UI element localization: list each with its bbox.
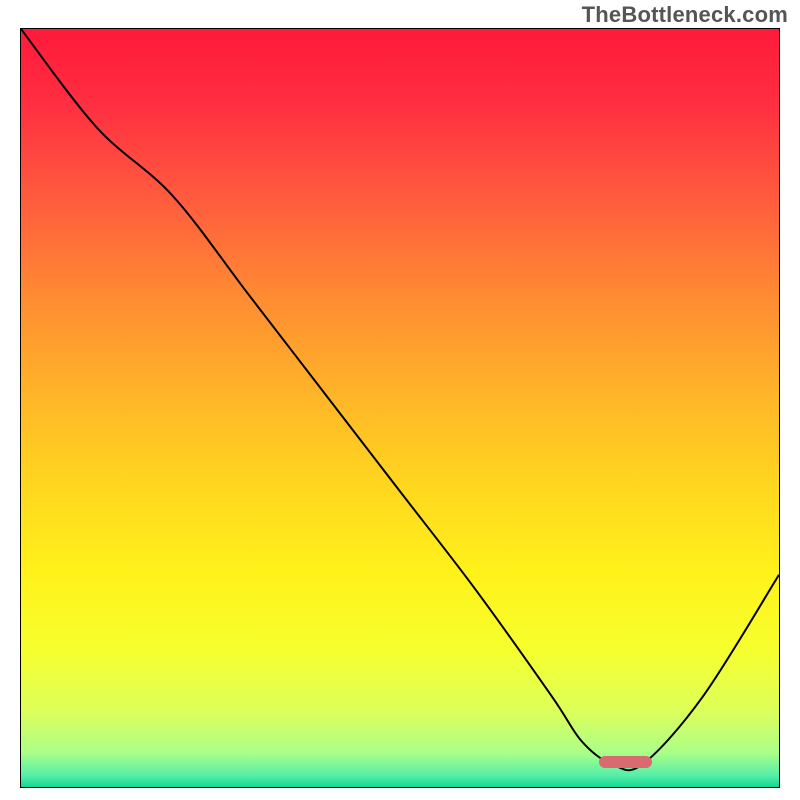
watermark-text: TheBottleneck.com [582, 2, 788, 28]
optimal-marker [599, 756, 652, 768]
bottleneck-curve [21, 29, 779, 787]
plot-area [20, 28, 780, 788]
chart-container: TheBottleneck.com [0, 0, 800, 800]
